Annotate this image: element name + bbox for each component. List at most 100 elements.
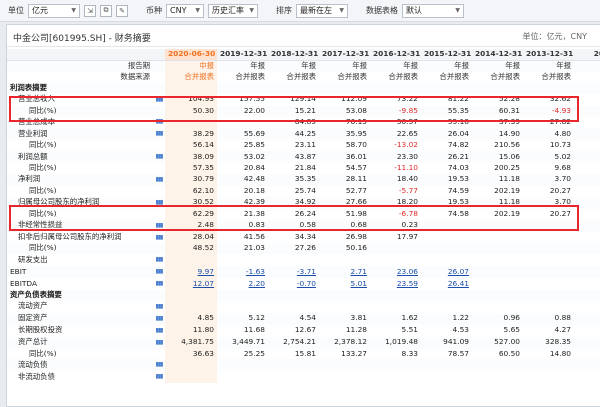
bar-chart-icon[interactable]: ▮▮▮ <box>153 219 165 232</box>
value-cell: 53.08 <box>319 105 370 117</box>
bar-chart-icon[interactable]: ▮▮▮ <box>153 278 165 290</box>
bar-chart-icon[interactable]: ▮▮▮ <box>156 314 164 325</box>
overflow-cell <box>574 82 600 94</box>
bar-chart-icon[interactable]: ▮▮▮ <box>156 221 164 232</box>
table-row: 净利润 ▮▮▮ 30.79 42.48 35.35 28.11 18.40 19.53 11.1… <box>7 173 600 186</box>
bar-chart-icon[interactable]: ▮▮▮ <box>153 325 165 337</box>
unit-select[interactable]: 亿元 ▼ <box>28 3 80 18</box>
bar-chart-icon[interactable]: ▮▮▮ <box>156 360 164 371</box>
corner-cell <box>7 49 153 61</box>
table-row: 同比(%) 62.29 21.38 26.24 51.98 -6.78 74.58 202.1… <box>7 208 600 220</box>
bar-chart-icon[interactable]: ▮▮▮ <box>153 359 165 372</box>
value-cell <box>472 82 523 94</box>
value-cell <box>523 359 574 372</box>
table-row: 固定资产 ▮▮▮ 4.85 5.12 4.54 3.81 1.62 1.22 0.96 0.88 <box>7 312 600 325</box>
value-cell <box>421 232 472 244</box>
bar-chart-icon[interactable]: ▮▮▮ <box>153 196 165 209</box>
sort-select[interactable]: 最新在左 ▼ <box>296 3 348 18</box>
currency-select[interactable]: CNY ▼ <box>166 3 204 18</box>
rate-select[interactable]: 历史汇率 ▼ <box>208 3 258 18</box>
value-cell: 200.25 <box>494 163 520 173</box>
value-cell: 57.35 <box>165 163 217 174</box>
bar-chart-icon[interactable]: ▮▮▮ <box>156 267 164 278</box>
table-select[interactable]: 默认 ▼ <box>402 3 464 18</box>
bar-chart-icon[interactable]: ▮▮▮ <box>156 338 164 349</box>
value-cell: 328.35 <box>523 336 574 349</box>
value-cell[interactable]: 26.07 <box>421 266 472 279</box>
bar-chart-icon[interactable]: ▮▮▮ <box>156 255 164 266</box>
bar-chart-icon[interactable]: ▮▮▮ <box>153 232 165 244</box>
row-label: 扣非后归属母公司股东的净利润 <box>18 232 122 241</box>
bar-chart-icon[interactable]: ▮▮▮ <box>156 279 164 290</box>
value-cell[interactable]: -3.71 <box>268 266 319 279</box>
overflow-cell <box>574 163 600 174</box>
value-cell[interactable]: 2.71 <box>319 266 370 279</box>
bar-chart-icon[interactable]: ▮▮▮ <box>156 129 164 140</box>
bar-chart-icon[interactable]: ▮▮▮ <box>153 94 165 106</box>
bar-chart-icon[interactable]: ▮▮▮ <box>153 254 165 266</box>
value-cell: 55.69 <box>217 128 268 141</box>
value-cell <box>319 82 370 94</box>
value-cell <box>217 254 268 266</box>
bar-chart-icon[interactable]: ▮▮▮ <box>153 116 165 128</box>
value-cell <box>165 300 217 313</box>
value-cell: -13.02 <box>394 140 418 150</box>
bar-chart-icon[interactable]: ▮▮▮ <box>153 301 165 313</box>
bar-chart-icon[interactable]: ▮▮▮ <box>156 198 164 209</box>
value-cell: 48.52 <box>165 243 217 255</box>
value-cell[interactable]: 23.59 <box>370 278 421 290</box>
bar-chart-icon[interactable]: ▮▮▮ <box>153 151 165 164</box>
value-cell <box>523 371 574 383</box>
value-cell[interactable]: 23.06 <box>370 266 421 279</box>
bar-chart-icon[interactable]: ▮▮▮ <box>153 128 165 141</box>
bar-chart-icon[interactable]: ▮▮▮ <box>156 302 164 313</box>
copy-icon[interactable]: ⧉ <box>100 4 112 17</box>
value-cell[interactable]: 12.07 <box>165 278 217 291</box>
period-cell: 年报 <box>421 60 472 72</box>
value-cell <box>523 82 574 94</box>
value-cell <box>472 290 523 301</box>
value-cell <box>217 290 268 301</box>
section-row: 利润表摘要 <box>7 82 600 94</box>
value-cell[interactable]: -0.70 <box>268 278 319 290</box>
value-cell[interactable]: 9.97 <box>165 266 217 279</box>
value-cell: 78.57 <box>447 348 469 358</box>
value-cell[interactable]: 2.20 <box>217 278 268 290</box>
bar-chart-icon[interactable]: ▮▮▮ <box>156 95 164 106</box>
bar-chart-icon[interactable]: ▮▮▮ <box>156 326 164 337</box>
bar-chart-icon[interactable]: ▮▮▮ <box>153 173 165 186</box>
value-cell: 51.98 <box>345 208 367 218</box>
bar-chart-icon[interactable]: ▮▮▮ <box>156 233 164 244</box>
export-icon[interactable]: ⇲ <box>84 4 96 17</box>
column-date: 2017-12-31 <box>319 49 370 61</box>
period-cell: 年报 <box>523 60 574 72</box>
overflow-cell <box>574 266 600 279</box>
value-cell <box>268 301 319 313</box>
bar-chart-icon[interactable]: ▮▮▮ <box>153 371 165 383</box>
settings-icon[interactable]: ✎ <box>116 4 128 17</box>
value-cell <box>523 243 574 255</box>
bar-chart-icon[interactable]: ▮▮▮ <box>156 117 164 128</box>
value-cell: 50.16 <box>319 243 370 255</box>
value-cell <box>523 278 574 290</box>
value-cell: 3.81 <box>319 312 370 325</box>
toolbar: 单位 亿元 ▼ ⇲ ⧉ ✎ 币种 CNY ▼ 历史汇率 ▼ 排序 最新在左 ▼ 数据表格… <box>0 0 600 22</box>
value-cell[interactable]: 26.41 <box>421 278 472 290</box>
value-cell[interactable]: -1.63 <box>217 266 268 279</box>
period-row: 报告期 中报 年报 年报 年报 年报 年报 年报 年报 <box>7 60 600 72</box>
value-cell <box>421 243 472 255</box>
value-cell: 4.53 <box>452 325 469 335</box>
row-label: 同比(%) <box>29 208 57 218</box>
value-cell: 11.18 <box>472 196 523 209</box>
value-cell: 5.12 <box>217 312 268 325</box>
bar-chart-icon[interactable]: ▮▮▮ <box>153 266 165 279</box>
bar-chart-icon[interactable]: ▮▮▮ <box>156 152 164 163</box>
bar-chart-icon[interactable]: ▮▮▮ <box>156 372 164 383</box>
bar-chart-icon[interactable]: ▮▮▮ <box>153 336 165 349</box>
bar-chart-icon[interactable]: ▮▮▮ <box>153 312 165 325</box>
table-row: 同比(%) 36.63 25.25 15.81 133.27 8.33 78.57 60.50… <box>7 348 600 360</box>
value-cell[interactable]: 5.01 <box>319 278 370 290</box>
overflow-cell <box>574 219 600 232</box>
value-cell <box>421 254 472 266</box>
bar-chart-icon[interactable]: ▮▮▮ <box>156 175 164 186</box>
